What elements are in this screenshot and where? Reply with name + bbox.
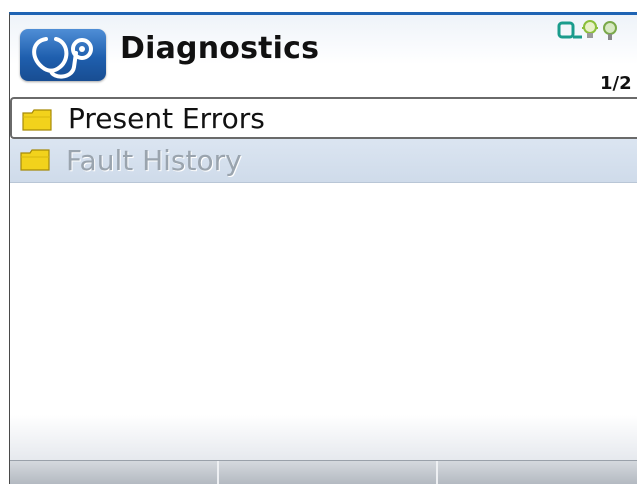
menu-item-present-errors[interactable]: Present Errors [10, 97, 637, 139]
menu-list: Present Errors Fault History [10, 97, 637, 183]
softkey-3[interactable] [438, 461, 637, 484]
diagnostics-window: Diagnostics 1/2 Present Errors Fault His… [9, 12, 637, 484]
bulb-icon [582, 20, 598, 38]
header: Diagnostics 1/2 [10, 15, 637, 97]
page-indicator: 1/2 [600, 73, 632, 94]
stethoscope-icon [20, 29, 106, 81]
folder-icon [22, 109, 52, 131]
softkey-1[interactable] [10, 461, 219, 484]
menu-item-label: Fault History [66, 144, 242, 177]
settings-icon [603, 21, 617, 40]
folder-icon [20, 149, 50, 171]
menu-item-label: Present Errors [68, 102, 265, 135]
softkey-2[interactable] [219, 461, 438, 484]
connection-icon [557, 21, 582, 39]
bottom-fade [10, 415, 637, 460]
page-title: Diagnostics [120, 31, 320, 66]
menu-item-fault-history[interactable]: Fault History [10, 139, 637, 183]
softkey-bar [10, 460, 637, 484]
screen-bezel [0, 0, 9, 484]
device-screen: Diagnostics 1/2 Present Errors Fault His… [0, 0, 637, 484]
status-icons [556, 17, 637, 43]
